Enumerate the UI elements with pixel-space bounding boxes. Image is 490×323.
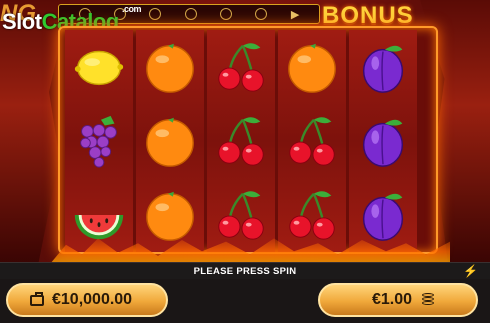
- plum-icon: [362, 45, 404, 93]
- bottom-panel: €10,000.00 €1.00: [0, 279, 490, 323]
- triangle-right-icon: ▶: [290, 8, 300, 21]
- coin-stack-icon: [422, 293, 436, 307]
- watermark-slot: Slot: [2, 9, 42, 34]
- balance-display: €10,000.00: [6, 283, 168, 317]
- bet-value: €1.00: [372, 291, 413, 308]
- orange-icon: [146, 191, 194, 241]
- orange-icon: [146, 43, 194, 93]
- cherries-icon: [218, 43, 264, 92]
- wallet-icon: [30, 291, 44, 306]
- reel-2: [136, 30, 204, 252]
- reels-grid: [65, 30, 417, 252]
- orange-icon: [288, 43, 336, 93]
- grapes-icon: [80, 115, 117, 168]
- plum-icon: [362, 119, 404, 167]
- cherries-icon: [218, 191, 264, 240]
- orange-icon: [146, 117, 194, 167]
- cherries-icon: [289, 117, 335, 166]
- lightning-icon[interactable]: ⚡: [463, 264, 478, 278]
- progress-dot: [149, 8, 162, 20]
- status-message: PLEASE PRESS SPIN: [193, 266, 297, 277]
- progress-dot: [255, 8, 268, 20]
- balance-value: €10,000.00: [52, 291, 133, 308]
- reel-1: [65, 30, 133, 252]
- watermark-com: .com: [122, 4, 142, 14]
- progress-dot: [184, 8, 197, 20]
- reel-5: [349, 30, 417, 252]
- lemon-icon: [74, 50, 124, 86]
- cherries-icon: [218, 117, 264, 166]
- cherries-icon: [289, 191, 335, 240]
- bet-button[interactable]: €1.00: [318, 283, 478, 317]
- reel-4: [278, 30, 346, 252]
- watermelon-icon: [74, 215, 124, 240]
- progress-dot: [220, 8, 233, 20]
- reel-3: [207, 30, 275, 252]
- plum-icon: [362, 193, 404, 241]
- status-bar: PLEASE PRESS SPIN ⚡: [0, 262, 490, 280]
